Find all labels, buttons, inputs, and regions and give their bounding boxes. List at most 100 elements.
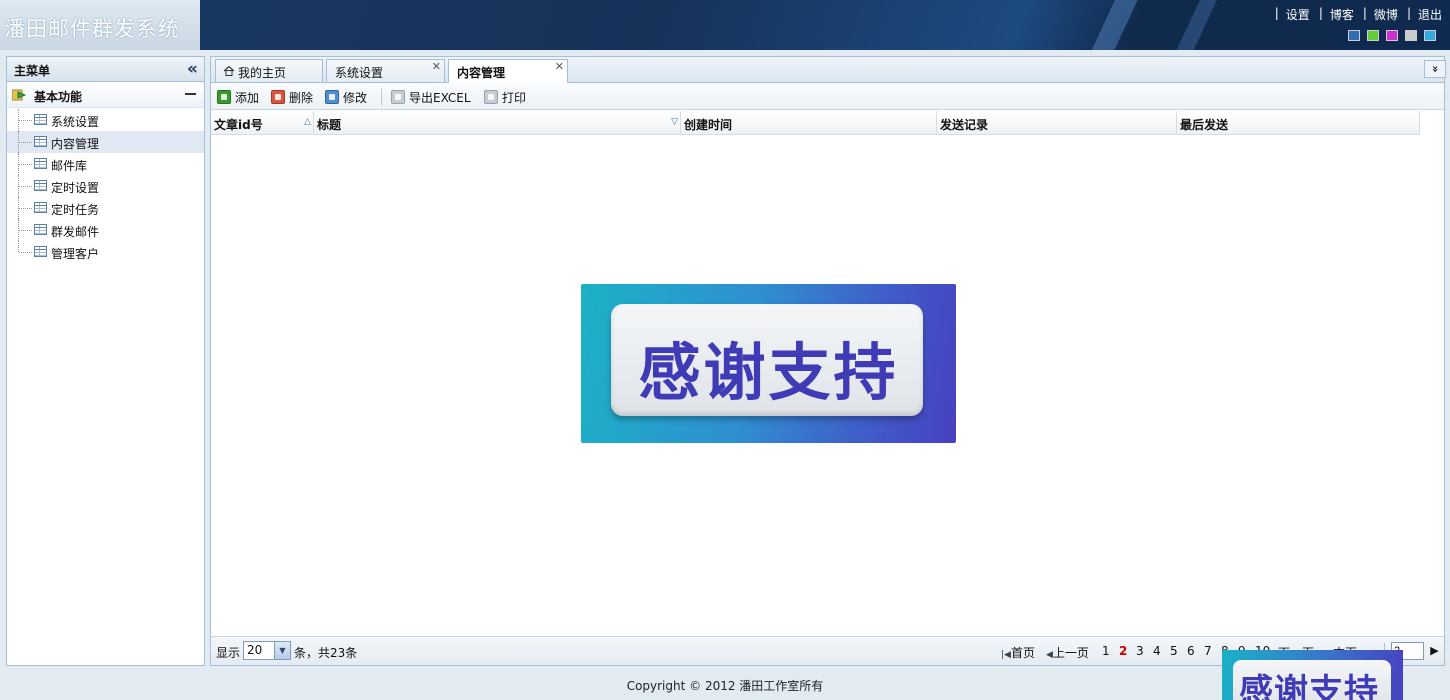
theme-purple-swatch[interactable] [1386,30,1398,41]
menu-group-basic[interactable]: 基本功能 [7,82,204,108]
add-button-label: 添加 [235,90,260,105]
menu-tree: 系统设置 内容管理 邮件库 定时设置 定时任务 群发邮件 管理客户 [7,108,204,263]
prev-page-icon: ◀ [1046,650,1053,660]
column-header-created[interactable]: 创建时间 [681,111,937,135]
prev-page-label: 上一页 [1052,646,1089,660]
export-icon [391,90,405,104]
sidebar-item-scheduled-tasks[interactable]: 定时任务 [7,197,204,219]
table-icon [34,136,47,147]
theme-blue-swatch[interactable] [1348,30,1360,41]
tab-label: 内容管理 [457,66,506,80]
print-button-label: 打印 [502,90,527,105]
table-icon [34,202,47,213]
page-size-select[interactable]: 20 ▼ [243,641,291,660]
sidebar-item-bulk-mail[interactable]: 群发邮件 [7,219,204,241]
page-link[interactable]: 7 [1204,644,1212,658]
sidebar-title: 主菜单 [14,64,51,78]
theme-switcher [1348,30,1436,41]
sidebar-item-schedule-settings[interactable]: 定时设置 [7,175,204,197]
thanks-support-image: 感谢支持 [581,284,956,443]
thanks-support-text: 感谢支持 [638,336,899,409]
tab-menu-chevron-icon[interactable]: » [1424,60,1446,78]
column-header-id[interactable]: 文章id号 △ [211,111,314,135]
tab-label: 我的主页 [238,66,287,80]
home-icon [224,66,234,76]
sidebar-item-system-settings[interactable]: 系统设置 [7,109,204,131]
app-title: 潘田邮件群发系统 [4,17,180,41]
tab-system-settings[interactable]: 系统设置 ✕ [326,59,445,82]
theme-cyan-swatch[interactable] [1424,30,1436,41]
edit-button[interactable]: 修改 [325,88,367,106]
add-button[interactable]: 添加 [217,88,259,106]
grid-header: 文章id号 △ 标题 ▽ 创建时间 发送记录 最后发送 [211,111,1420,135]
close-icon[interactable]: ✕ [432,60,441,73]
theme-gray-swatch[interactable] [1405,30,1417,41]
page-link[interactable]: 5 [1170,644,1178,658]
sidebar-item-label: 邮件库 [51,159,88,173]
chevron-down-icon: ▼ [274,642,290,659]
sidebar-item-label: 定时任务 [51,203,100,217]
tab-home[interactable]: 我的主页 [215,59,323,82]
vertical-scrollbar[interactable] [1420,111,1444,636]
tab-label: 系统设置 [335,66,384,80]
sort-asc-icon: △ [304,117,311,127]
export-excel-button[interactable]: 导出EXCEL [391,88,471,106]
first-page-button[interactable]: |◀首页 [1001,644,1035,661]
collapse-sidebar-icon[interactable]: « [187,59,198,79]
close-icon[interactable]: ✕ [555,60,564,73]
go-arrow-icon[interactable]: ▶ [1427,642,1442,660]
settings-link[interactable]: 设置 [1286,6,1310,23]
show-label: 显示 [216,646,241,660]
sidebar-item-label: 内容管理 [51,137,100,151]
toolbar: 添加 删除 修改 导出EXCEL 打印 [211,83,1444,110]
sidebar-item-label: 系统设置 [51,115,100,129]
logout-link[interactable]: 退出 [1418,6,1442,23]
column-label: 发送记录 [940,118,989,132]
toolbar-divider [381,89,382,105]
page-link[interactable]: 3 [1136,644,1144,658]
sidebar-header: 主菜单 « [7,57,204,82]
page-size-value: 20 [247,643,263,657]
delete-icon [271,90,285,104]
delete-button-label: 删除 [289,90,314,105]
print-icon [484,90,498,104]
collapse-group-icon[interactable] [185,93,196,95]
delete-button[interactable]: 删除 [271,88,313,106]
column-header-last-sent[interactable]: 最后发送 [1177,111,1420,135]
table-icon [34,114,47,125]
first-page-icon: |◀ [1001,650,1011,660]
weibo-link[interactable]: 微博 [1374,6,1398,23]
thanks-support-corner-text: 感谢支持 [1239,672,1379,700]
first-page-label: 首页 [1010,646,1035,660]
edit-button-label: 修改 [343,90,368,105]
top-header: 潘田邮件群发系统 | 设置 | 博客 | 微博 | 退出 [0,0,1450,50]
table-icon [34,180,47,191]
sidebar-item-label: 群发邮件 [51,225,100,239]
page-link[interactable]: 6 [1187,644,1195,658]
sidebar-item-content-management[interactable]: 内容管理 [7,131,204,153]
sidebar-item-manage-customers[interactable]: 管理客户 [7,241,204,263]
blog-link[interactable]: 博客 [1330,6,1354,23]
page-link[interactable]: 1 [1102,644,1110,658]
column-label: 最后发送 [1180,118,1229,132]
tab-bar: 我的主页 系统设置 ✕ 内容管理 ✕ » [211,57,1446,83]
column-header-send-log[interactable]: 发送记录 [937,111,1177,135]
page-link-current[interactable]: 2 [1119,644,1127,658]
sidebar-item-label: 定时设置 [51,181,100,195]
tab-content-management[interactable]: 内容管理 ✕ [448,59,568,83]
thanks-support-corner-image: 感谢支持 [1222,650,1403,700]
column-label: 文章id号 [214,118,263,132]
print-button[interactable]: 打印 [484,88,526,106]
sort-desc-icon: ▽ [671,117,678,127]
theme-green-swatch[interactable] [1367,30,1379,41]
prev-page-button[interactable]: ◀上一页 [1046,644,1089,661]
table-icon [34,246,47,257]
link-separator: | [1406,6,1411,20]
column-header-title[interactable]: 标题 ▽ [314,111,681,135]
edit-icon [325,90,339,104]
menu-group-label: 基本功能 [34,90,83,104]
top-links: | 设置 | 博客 | 微博 | 退出 [1266,6,1442,23]
page-link[interactable]: 4 [1153,644,1161,658]
sidebar-item-mail-library[interactable]: 邮件库 [7,153,204,175]
table-icon [34,158,47,169]
